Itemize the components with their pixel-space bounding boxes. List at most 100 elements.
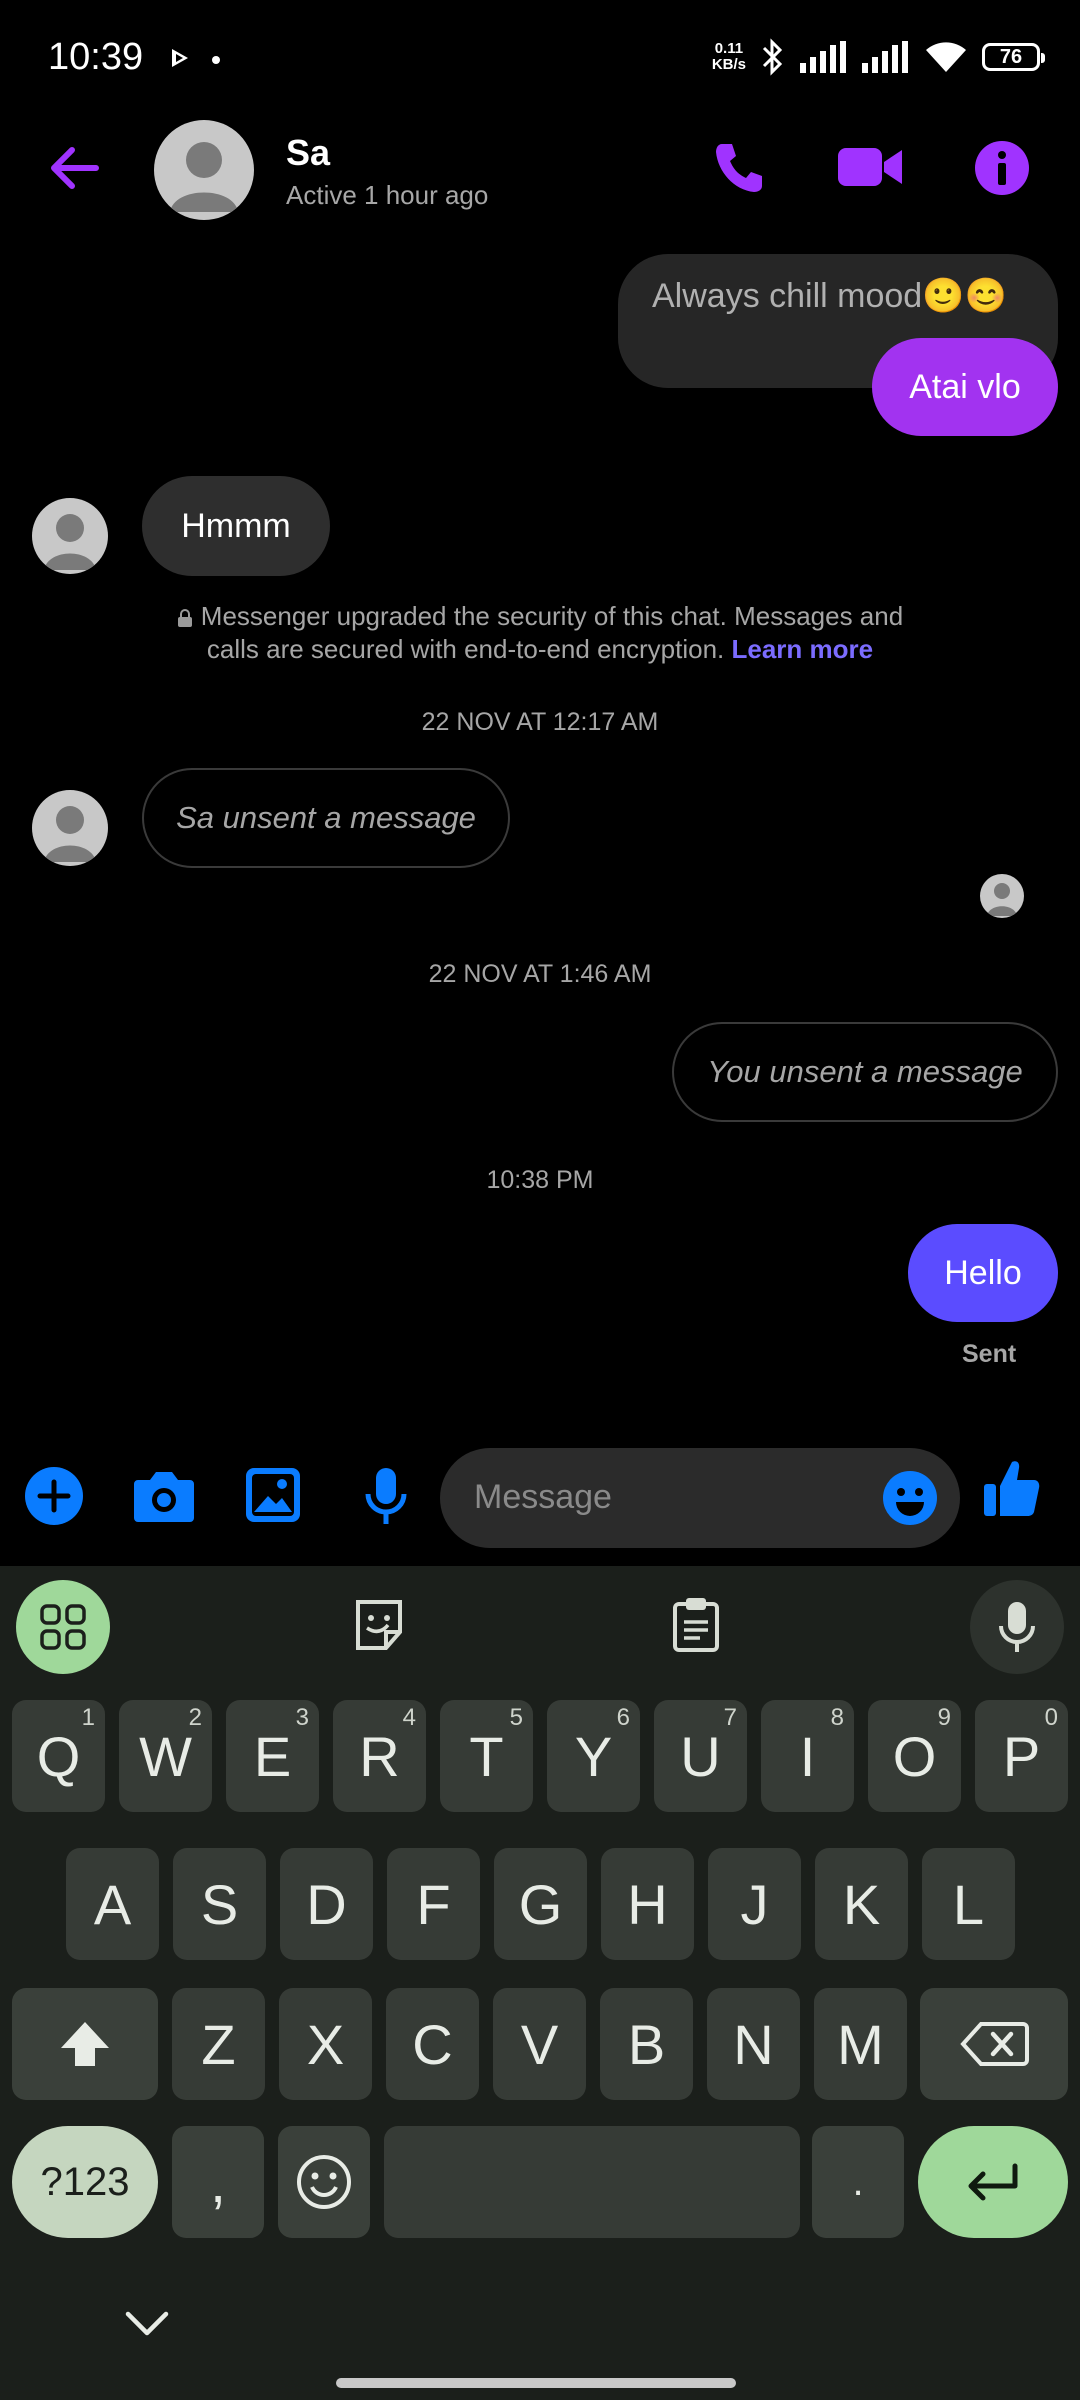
backspace-key[interactable] <box>920 1988 1068 2100</box>
key-label: Z <box>201 2012 236 2076</box>
apps-grid-button[interactable] <box>16 1580 110 1674</box>
like-button[interactable] <box>982 1456 1042 1525</box>
key-w[interactable]: W2 <box>119 1700 212 1812</box>
emoji-button[interactable] <box>882 1470 938 1531</box>
key-label: O <box>892 1724 937 1788</box>
key-k[interactable]: K <box>815 1848 908 1960</box>
timestamp: 22 NOV AT 1:46 AM <box>428 960 652 988</box>
key-a[interactable]: A <box>66 1848 159 1960</box>
key-t[interactable]: T5 <box>440 1700 533 1812</box>
key-z[interactable]: Z <box>172 1988 265 2100</box>
back-button[interactable] <box>46 140 102 201</box>
signal-icon <box>800 41 846 73</box>
play-icon <box>168 46 192 75</box>
sender-avatar[interactable] <box>32 498 108 574</box>
key-o[interactable]: O9 <box>868 1700 961 1812</box>
unsent-message-received[interactable]: Sa unsent a message <box>142 768 510 868</box>
backspace-icon <box>960 2022 1029 2066</box>
key-hint: 9 <box>937 1704 951 1731</box>
key-j[interactable]: J <box>708 1848 801 1960</box>
key-f[interactable]: F <box>387 1848 480 1960</box>
key-l[interactable]: L <box>922 1848 1015 1960</box>
message-bubble-sent-3[interactable]: Hello <box>908 1224 1058 1322</box>
key-label: D <box>306 1872 347 1936</box>
lock-icon <box>177 609 192 628</box>
key-label: F <box>416 1872 451 1936</box>
unsent-message-sent[interactable]: You unsent a message <box>672 1022 1058 1122</box>
camera-button[interactable] <box>132 1468 196 1529</box>
contact-name[interactable]: Sa <box>286 132 330 174</box>
sender-avatar[interactable] <box>32 790 108 866</box>
info-button[interactable] <box>974 140 1030 201</box>
key-g[interactable]: G <box>494 1848 587 1960</box>
key-label: Y <box>574 1724 613 1788</box>
key-e[interactable]: E3 <box>226 1700 319 1812</box>
key-label: H <box>627 1872 668 1936</box>
contact-status: Active 1 hour ago <box>286 180 489 210</box>
key-b[interactable]: B <box>600 1988 693 2100</box>
key-label: A <box>93 1872 132 1936</box>
key-hint: 1 <box>81 1704 95 1731</box>
comma-key[interactable]: , <box>172 2126 264 2238</box>
bluetooth-icon <box>762 38 783 76</box>
key-label: C <box>412 2012 453 2076</box>
chevron-down-icon <box>125 2311 169 2336</box>
key-label: L <box>952 1872 985 1936</box>
timestamp: 10:38 PM <box>486 1166 594 1194</box>
key-u[interactable]: U7 <box>654 1700 747 1812</box>
key-hint: 5 <box>509 1704 523 1731</box>
battery-indicator: 76 <box>982 43 1045 71</box>
key-label: B <box>627 2012 666 2076</box>
video-call-button[interactable] <box>836 138 904 201</box>
key-h[interactable]: H <box>601 1848 694 1960</box>
signal-icon-2 <box>862 41 908 73</box>
status-time: 10:39 <box>48 36 144 78</box>
message-text: Hmmm <box>181 506 291 545</box>
key-q[interactable]: Q1 <box>12 1700 105 1812</box>
key-hint: 2 <box>188 1704 202 1731</box>
message-text: Atai vlo <box>909 367 1021 406</box>
voice-typing-button[interactable] <box>970 1580 1064 1674</box>
key-n[interactable]: N <box>707 1988 800 2100</box>
sticker-button[interactable] <box>352 1598 406 1657</box>
key-x[interactable]: X <box>279 1988 372 2100</box>
clipboard-button[interactable] <box>672 1596 720 1657</box>
microphone-button[interactable] <box>364 1466 408 1531</box>
add-button[interactable] <box>24 1466 84 1531</box>
key-v[interactable]: V <box>493 1988 586 2100</box>
home-indicator[interactable] <box>336 2378 736 2388</box>
key-label: U <box>680 1724 721 1788</box>
key-label: M <box>837 2012 884 2076</box>
space-key[interactable] <box>384 2126 800 2238</box>
voice-call-button[interactable] <box>710 138 768 201</box>
key-label: K <box>842 1872 881 1936</box>
key-s[interactable]: S <box>173 1848 266 1960</box>
key-p[interactable]: P0 <box>975 1700 1068 1812</box>
symbols-key[interactable]: ?123 <box>12 2126 158 2238</box>
message-bubble-sent-2[interactable]: Atai vlo <box>872 338 1058 436</box>
key-m[interactable]: M <box>814 1988 907 2100</box>
key-c[interactable]: C <box>386 1988 479 2100</box>
message-placeholder: Message <box>474 1478 612 1516</box>
key-label: P <box>1002 1724 1041 1788</box>
gallery-button[interactable] <box>244 1466 302 1529</box>
timestamp: 22 NOV AT 12:17 AM <box>421 708 659 736</box>
key-i[interactable]: I8 <box>761 1700 854 1812</box>
emoji-key[interactable] <box>278 2126 370 2238</box>
contact-avatar[interactable] <box>154 120 254 220</box>
key-r[interactable]: R4 <box>333 1700 426 1812</box>
notification-dot-icon <box>212 56 220 64</box>
message-bubble-received-1[interactable]: Hmmm <box>142 476 330 576</box>
period-key[interactable]: . <box>812 2126 904 2238</box>
key-d[interactable]: D <box>280 1848 373 1960</box>
key-y[interactable]: Y6 <box>547 1700 640 1812</box>
enter-key[interactable] <box>918 2126 1068 2238</box>
key-label: Q <box>36 1724 81 1788</box>
shift-icon <box>61 2022 109 2066</box>
shift-key[interactable] <box>12 1988 158 2100</box>
key-label: J <box>740 1872 769 1936</box>
hide-keyboard-button[interactable] <box>124 2310 170 2343</box>
learn-more-link[interactable]: Learn more <box>732 634 874 664</box>
status-icons: 0.11 KB/s 76 <box>712 38 1045 76</box>
key-hint: 7 <box>723 1704 737 1731</box>
